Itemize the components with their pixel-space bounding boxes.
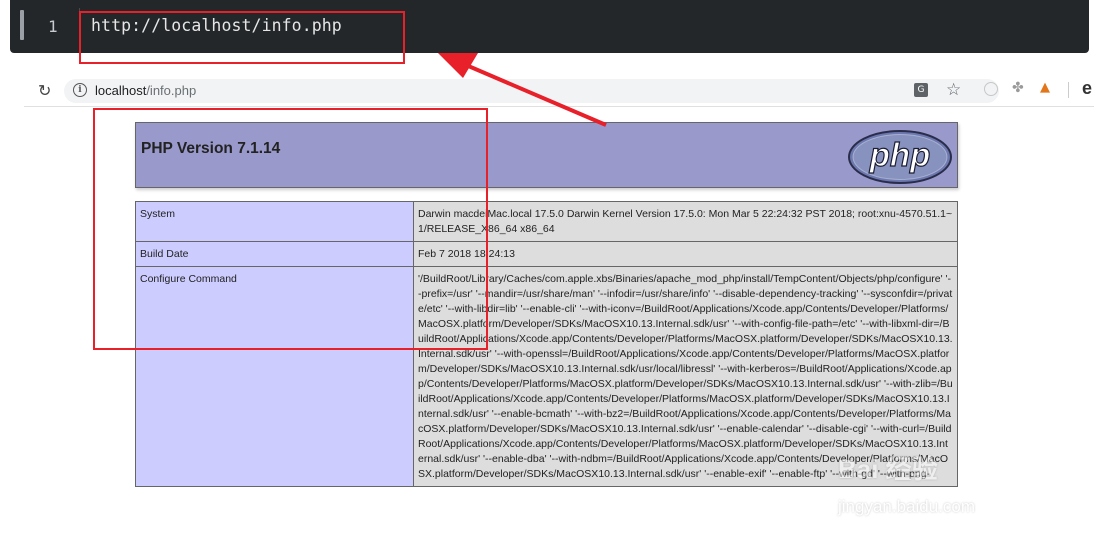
php-logo-text: php <box>869 136 930 173</box>
info-icon[interactable]: i <box>73 83 87 97</box>
toolbar-divider <box>24 106 1094 107</box>
extension-icon[interactable] <box>984 82 998 96</box>
url-path: /info.php <box>146 83 197 98</box>
line-number: 1 <box>48 17 58 36</box>
star-icon[interactable]: ☆ <box>946 80 961 100</box>
php-logo-icon: php <box>848 130 952 184</box>
watermark-url: jingyan.baidu.com <box>838 497 976 516</box>
url-host: localhost <box>95 83 147 98</box>
extension-icon[interactable]: ✤ <box>1012 80 1024 96</box>
highlight-box-url <box>79 11 405 64</box>
profile-icon[interactable]: e <box>1082 78 1092 99</box>
toolbar-separator <box>1068 82 1069 98</box>
extension-icon[interactable]: ▲ <box>1040 80 1050 95</box>
watermark-logo: Bai 经验 <box>838 454 938 484</box>
translate-icon[interactable]: G <box>914 83 928 97</box>
browser-toolbar: ↻ i localhost/info.php G ☆ ✤ ▲ e <box>24 76 1094 106</box>
reload-icon[interactable]: ↻ <box>38 81 51 100</box>
row-value: Feb 7 2018 18:24:13 <box>413 241 958 267</box>
address-bar[interactable]: i localhost/info.php G ☆ <box>64 79 999 103</box>
url-text[interactable]: localhost/info.php <box>95 83 196 98</box>
gutter-marker <box>20 10 24 40</box>
watermark: Bai 经验 jingyan.baidu.com <box>838 447 1088 527</box>
row-value: Darwin macdeiMac.local 17.5.0 Darwin Ker… <box>413 201 958 242</box>
highlight-box-version <box>93 108 488 350</box>
